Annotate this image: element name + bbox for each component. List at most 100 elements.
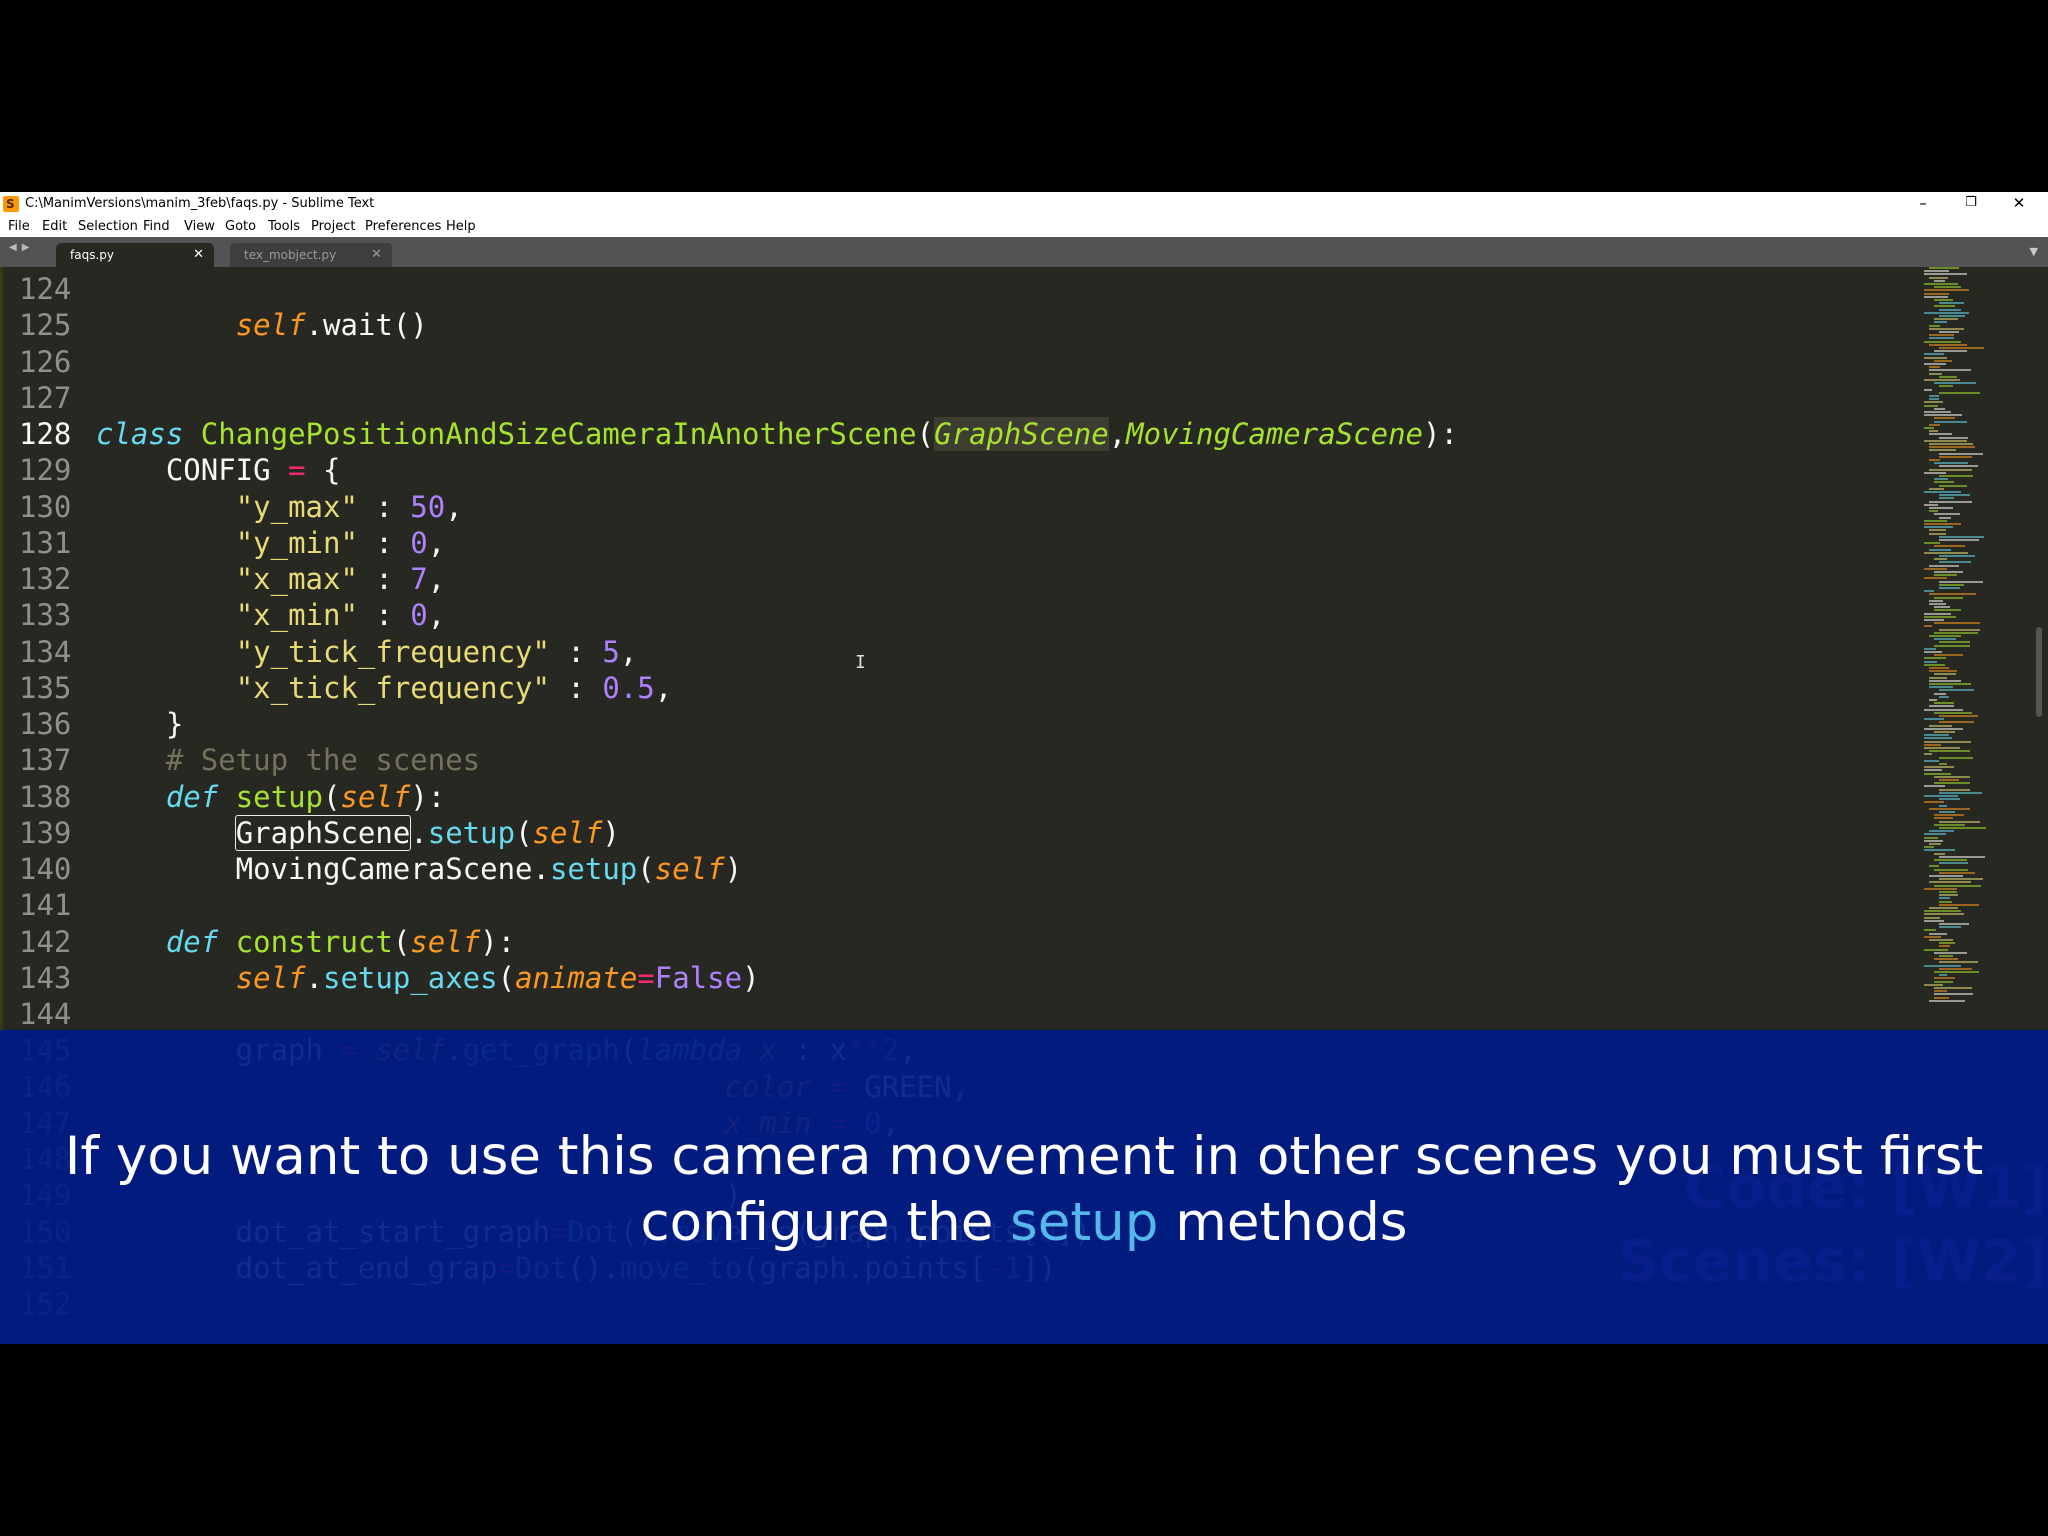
minimap-line <box>1939 798 1960 801</box>
code-line[interactable]: 141 <box>0 887 1458 923</box>
tab-navigation-arrows-icon[interactable]: ◀▶ <box>9 242 34 253</box>
minimize-icon[interactable]: – <box>1900 192 1946 216</box>
code-line[interactable]: 132 "x_max" : 7, <box>0 561 1458 597</box>
code-token: GraphScene <box>934 417 1109 451</box>
code-line[interactable]: 142 def construct(self): <box>0 924 1458 960</box>
minimap-line <box>1934 321 1947 324</box>
code-line[interactable]: 134 "y_tick_frequency" : 5, <box>0 634 1458 670</box>
minimap-line <box>1924 916 1940 919</box>
minimap-line <box>1934 299 1953 301</box>
minimap[interactable] <box>1920 267 2036 1027</box>
minimap-line <box>1934 513 1960 516</box>
line-number: 143 <box>19 960 72 995</box>
minimap-line <box>1934 775 1970 778</box>
code-token: , <box>427 598 446 633</box>
code-token: "x_max" <box>235 562 358 596</box>
code-line[interactable]: 135 "x_tick_frequency" : 0.5, <box>0 670 1458 706</box>
code-line[interactable]: 124 <box>0 271 1458 307</box>
menu-selection[interactable]: Selection <box>78 216 138 237</box>
line-number: 130 <box>19 489 72 524</box>
line-number: 131 <box>19 525 72 560</box>
minimap-line <box>1924 718 1944 721</box>
code-line[interactable]: 125 self.wait() <box>0 307 1458 343</box>
menu-project[interactable]: Project <box>311 216 355 237</box>
menu-find[interactable]: Find <box>143 216 170 237</box>
line-number: 144 <box>19 997 72 1031</box>
minimap-line <box>1939 375 1957 378</box>
code-line[interactable]: 139 GraphScene.setup(self) <box>0 814 1458 851</box>
code-token: "y_tick_frequency" <box>235 634 550 669</box>
code-token: "x_min" <box>235 598 358 633</box>
code-line[interactable]: 140 MovingCameraScene.setup(self) <box>0 851 1458 887</box>
line-number: 132 <box>19 562 72 596</box>
minimap-line <box>1924 273 1967 276</box>
minimap-line <box>1924 795 1958 797</box>
minimap-line <box>1924 766 1954 769</box>
tab-label: tex_mobject.py <box>244 248 337 262</box>
code-line[interactable]: 128 class ChangePositionAndSizeCameraInAn… <box>0 416 1458 452</box>
code-line[interactable]: 137 # Setup the scenes <box>0 742 1458 778</box>
code-line[interactable]: 144 <box>0 996 1458 1032</box>
line-number: 127 <box>19 380 72 415</box>
minimap-line <box>1934 852 1945 855</box>
minimap-line <box>1934 558 1947 561</box>
tab-close-icon[interactable]: ✕ <box>193 243 204 267</box>
menu-edit[interactable]: Edit <box>42 216 67 237</box>
window-title: C:\ManimVersions\manim_3feb\faqs.py - Su… <box>25 196 375 211</box>
menu-tools[interactable]: Tools <box>268 216 300 237</box>
code-line[interactable]: 126 <box>0 344 1458 380</box>
menu-preferences[interactable]: Preferences <box>365 216 441 237</box>
minimap-line <box>1924 708 1963 711</box>
minimap-line <box>1934 711 1972 714</box>
code-token: self <box>340 779 411 814</box>
code-line[interactable]: 133 "x_min" : 0, <box>0 597 1458 633</box>
tab-close-icon[interactable]: ✕ <box>371 243 382 267</box>
restore-icon[interactable]: ❐ <box>1948 192 1994 216</box>
menu-goto[interactable]: Goto <box>225 216 256 237</box>
minimap-line <box>1929 327 1964 330</box>
code-line[interactable]: 136 } <box>0 706 1458 742</box>
minimap-line <box>1939 484 1967 487</box>
minimap-line <box>1929 670 1957 673</box>
menu-help[interactable]: Help <box>446 216 476 237</box>
minimap-line <box>1934 286 1961 289</box>
tab-dropdown-icon[interactable]: ▼ <box>2030 245 2038 258</box>
minimap-line <box>1934 958 1958 961</box>
minimap-line <box>1939 455 1972 458</box>
code-token: , <box>427 562 446 596</box>
tab-tex-mobject-py[interactable]: tex_mobject.py ✕ <box>230 243 392 267</box>
menu-file[interactable]: File <box>8 216 30 237</box>
minimap-line <box>1924 625 1932 628</box>
menu-view[interactable]: View <box>184 216 215 237</box>
minimap-line <box>1924 935 1941 938</box>
code-token: CONFIG <box>96 453 289 488</box>
code-line[interactable]: 143 self.setup_axes(animate=False) <box>0 960 1458 996</box>
minimap-line <box>1939 465 1978 468</box>
code-line[interactable]: 131 "y_min" : 0, <box>0 525 1458 561</box>
minimap-line <box>1934 731 1955 733</box>
minimap-line <box>1934 574 1957 577</box>
code-token: ( <box>323 779 341 814</box>
minimap-line <box>1924 401 1943 404</box>
tab-faqs-py[interactable]: faqs.py ✕ <box>56 243 214 267</box>
code-token: self <box>235 960 306 995</box>
minimap-line <box>1934 980 1953 983</box>
close-icon[interactable]: ✕ <box>1996 192 2042 216</box>
minimap-line <box>1924 427 1934 429</box>
vertical-scrollbar[interactable] <box>2036 627 2042 717</box>
code-line[interactable]: 138 def setup(self): <box>0 779 1458 815</box>
minimap-line <box>1939 900 1952 903</box>
caption-line-2-end: methods <box>1158 1192 1408 1253</box>
code-token: ( <box>392 924 411 959</box>
code-line[interactable]: 127 <box>0 380 1458 416</box>
code-line[interactable]: 129 CONFIG = { <box>0 452 1458 488</box>
code-line[interactable]: 130 "y_max" : 50, <box>0 489 1458 525</box>
line-number: 140 <box>19 852 72 886</box>
minimap-line <box>1939 974 1947 977</box>
minimap-line <box>1924 651 1942 653</box>
minimap-line <box>1924 657 1946 660</box>
minimap-line <box>1929 468 1972 471</box>
